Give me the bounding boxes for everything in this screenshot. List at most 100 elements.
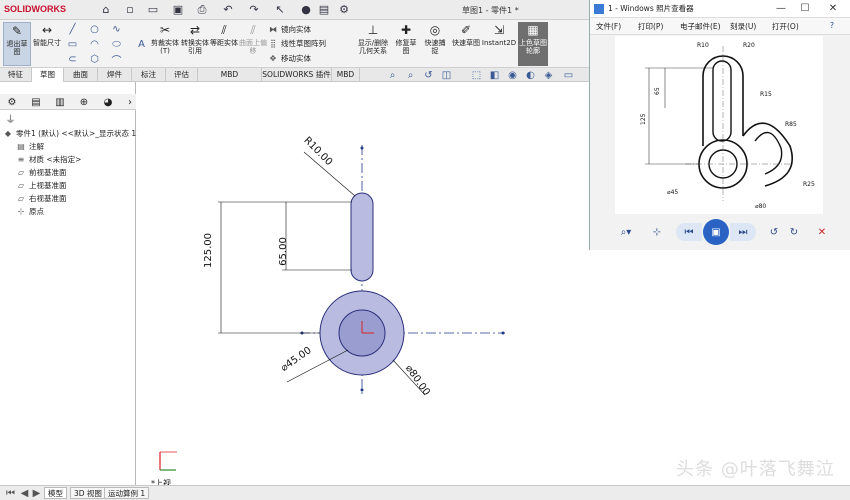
rapid-sketch-button[interactable]: ✐ 快速草图: [452, 22, 480, 47]
circle-icon[interactable]: ○: [88, 23, 101, 35]
fillet-icon[interactable]: ⌒: [110, 53, 123, 67]
tab-evaluate[interactable]: 评估: [166, 68, 198, 82]
delete-icon[interactable]: ✕: [814, 223, 830, 241]
smart-dimension-button[interactable]: ↔ 智能尺寸: [32, 22, 62, 47]
display-manager-tab-icon[interactable]: ◕: [99, 95, 117, 109]
open-file-icon[interactable]: ▭: [145, 2, 161, 17]
help-icon[interactable]: ?: [830, 21, 834, 30]
section-view-icon[interactable]: ◫: [440, 69, 453, 81]
trim-entities-button[interactable]: ✂ 剪裁实体(T): [150, 22, 180, 55]
quick-snaps-button[interactable]: ◎ 快速捕捉: [422, 22, 448, 55]
options-gear-icon[interactable]: ⚙: [336, 2, 352, 17]
line-icon[interactable]: ╱: [66, 23, 79, 35]
mirror-entities-button[interactable]: ⧓ 镜向实体: [268, 24, 311, 35]
minimize-button[interactable]: —: [770, 0, 792, 18]
tab-motion-study[interactable]: 运动算例 1: [104, 487, 150, 499]
tab-3d-views[interactable]: 3D 视图: [70, 487, 106, 499]
tree-item-origin[interactable]: ⊹ 原点: [16, 206, 44, 217]
tab-model[interactable]: 模型: [44, 487, 67, 499]
zoom-area-icon[interactable]: ⌕: [404, 69, 417, 81]
new-file-icon[interactable]: ▫: [122, 2, 138, 17]
repair-sketch-button[interactable]: ✚ 修复草图: [393, 22, 419, 55]
nav-first-icon[interactable]: ⏮: [4, 487, 17, 499]
tree-item-front-plane[interactable]: ▱ 前视基准面: [16, 167, 67, 178]
rotate-counterclockwise-icon[interactable]: ↺: [766, 223, 782, 241]
property-manager-tab-icon[interactable]: ▤: [27, 95, 45, 109]
feature-manager-tab-icon[interactable]: ⚙: [3, 95, 21, 109]
text-icon[interactable]: A: [135, 38, 148, 50]
scene-icon[interactable]: ◈: [542, 69, 555, 81]
configuration-manager-tab-icon[interactable]: ▥: [51, 95, 69, 109]
previous-view-icon[interactable]: ↺: [422, 69, 435, 81]
filter-icon[interactable]: ⏚: [4, 112, 17, 126]
menu-burn[interactable]: 刻录(U): [730, 21, 756, 32]
shaded-sketch-contours-button[interactable]: ▦ 上色草图轮廓: [518, 22, 548, 66]
ellipse-icon[interactable]: ⬭: [110, 38, 123, 50]
move-entities-button[interactable]: ✥ 移动实体: [268, 53, 311, 64]
redo-icon[interactable]: ↷: [246, 2, 262, 17]
edit-appearance-icon[interactable]: ◐: [524, 69, 537, 81]
slot-icon[interactable]: ⊂: [66, 53, 79, 65]
view-orientation-icon[interactable]: ⬚: [470, 69, 483, 81]
slideshow-icon[interactable]: ▣: [703, 219, 729, 245]
polygon-icon[interactable]: ⬡: [88, 53, 101, 65]
tree-root-part[interactable]: ◆ 零件1 (默认) <<默认>_显示状态 1>: [3, 128, 143, 139]
tab-weldments[interactable]: 焊件: [98, 68, 132, 82]
tab-mbd-dimensions[interactable]: MBD Dimensions: [198, 68, 262, 93]
file-properties-icon[interactable]: ▤: [316, 2, 332, 17]
offset-on-surface-button[interactable]: ⫽ 曲面上偏移: [238, 22, 268, 55]
menu-print[interactable]: 打印(P): [638, 21, 663, 32]
tab-surfaces[interactable]: 曲面: [64, 68, 98, 82]
slot-shape[interactable]: [350, 192, 374, 282]
previous-image-icon[interactable]: ⏮: [676, 223, 702, 241]
tab-addins[interactable]: SOLIDWORKS 插件: [262, 68, 332, 82]
rectangle-icon[interactable]: ▭: [66, 38, 79, 50]
convert-entities-button[interactable]: ⇄ 转换实体引用: [180, 22, 210, 55]
rebuild-icon[interactable]: ●: [298, 2, 314, 17]
endpoint[interactable]: [501, 331, 505, 335]
tab-mbd[interactable]: MBD: [332, 68, 360, 82]
view-settings-icon[interactable]: ▭: [562, 69, 575, 81]
menu-email[interactable]: 电子邮件(E): [680, 21, 721, 32]
tree-item-material[interactable]: ≡ 材质 <未指定>: [16, 154, 82, 165]
photo-viewer-window[interactable]: 1 - Windows 照片查看器 — ☐ ✕ 文件(F) 打印(P) 电子邮件…: [589, 0, 850, 250]
dim-125-text[interactable]: 125.00: [203, 233, 214, 268]
exit-sketch-button[interactable]: ✎ 退出草图: [3, 22, 31, 66]
endpoint[interactable]: [360, 388, 364, 392]
print-icon[interactable]: ⎙: [194, 2, 210, 17]
close-window-button[interactable]: ✕: [822, 0, 844, 18]
tree-item-top-plane[interactable]: ▱ 上视基准面: [16, 180, 67, 191]
nav-next-icon[interactable]: ▶: [30, 487, 43, 499]
canvas-right-area[interactable]: [590, 250, 850, 485]
hide-show-icon[interactable]: ◉: [506, 69, 519, 81]
undo-icon[interactable]: ↶: [220, 2, 236, 17]
dimxpert-tab-icon[interactable]: ⊕: [75, 95, 93, 109]
endpoint[interactable]: [360, 146, 364, 150]
arc-icon[interactable]: ◠: [88, 38, 101, 50]
select-icon[interactable]: ↖: [272, 2, 288, 17]
tree-item-right-plane[interactable]: ▱ 右视基准面: [16, 193, 67, 204]
actual-size-icon[interactable]: ⊹: [648, 223, 666, 241]
save-icon[interactable]: ▣: [170, 2, 186, 17]
tab-sketch[interactable]: 草图: [32, 68, 64, 82]
menu-file[interactable]: 文件(F): [596, 21, 621, 32]
viewer-title-bar[interactable]: 1 - Windows 照片查看器 — ☐ ✕: [590, 0, 850, 18]
instant2d-button[interactable]: ⇲ Instant2D: [482, 22, 516, 47]
graphics-area[interactable]: R10.00 125.00 65.00 ⌀45.00 ⌀80.00 *上视: [137, 82, 590, 488]
zoom-to-fit-icon[interactable]: ⌕: [386, 69, 399, 81]
maximize-button[interactable]: ☐: [794, 0, 816, 18]
linear-pattern-button[interactable]: ⣿ 线性草图阵列: [268, 38, 326, 49]
next-image-icon[interactable]: ⏭: [730, 223, 756, 241]
tree-item-annotations[interactable]: ▤ 注解: [16, 141, 44, 152]
spline-icon[interactable]: ∿: [110, 23, 123, 35]
show-relations-button[interactable]: ⊥ 显示/删除几何关系: [355, 22, 391, 55]
tab-markup[interactable]: 标注: [132, 68, 166, 82]
dim-65-text[interactable]: 65.00: [278, 237, 289, 266]
tab-features[interactable]: 特征: [0, 68, 32, 82]
zoom-icon[interactable]: ⌕▾: [614, 223, 638, 241]
menu-open[interactable]: 打开(O): [772, 21, 799, 32]
offset-entities-button[interactable]: ⫽ 等距实体: [210, 22, 238, 47]
display-style-icon[interactable]: ◧: [488, 69, 501, 81]
sketch-drawing[interactable]: [137, 82, 590, 485]
rotate-clockwise-icon[interactable]: ↻: [786, 223, 802, 241]
